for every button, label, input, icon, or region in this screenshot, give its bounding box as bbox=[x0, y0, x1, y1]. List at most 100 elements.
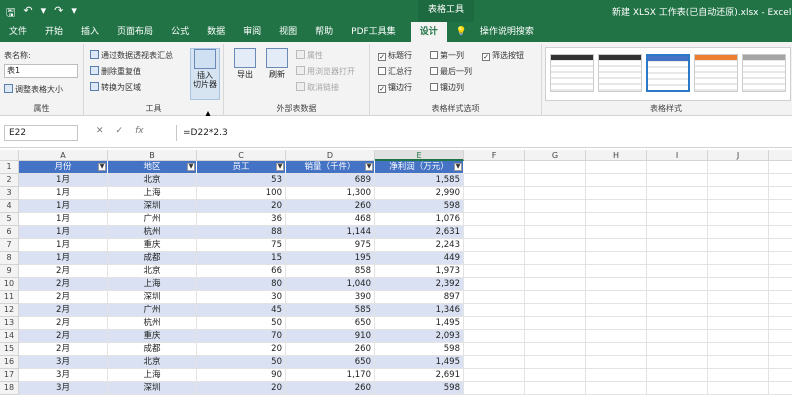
cell[interactable] bbox=[525, 213, 586, 226]
cell[interactable] bbox=[708, 174, 769, 187]
filter-dropdown-icon[interactable]: ▼ bbox=[454, 163, 462, 171]
worksheet-grid[interactable]: ABCDEFGHIJK1月份▼地区▼员工▼销量（千件）▼净利润（万元）▼21月北… bbox=[0, 150, 792, 400]
cell[interactable]: 20 bbox=[197, 382, 286, 395]
cell[interactable] bbox=[769, 343, 792, 356]
cell[interactable] bbox=[769, 304, 792, 317]
cell[interactable] bbox=[586, 369, 647, 382]
cell[interactable] bbox=[769, 369, 792, 382]
cell[interactable]: 975 bbox=[286, 239, 375, 252]
cell[interactable] bbox=[586, 200, 647, 213]
banded-rows-option[interactable]: ✓ 镶边行 bbox=[378, 82, 412, 93]
first-column-checkbox[interactable] bbox=[430, 51, 438, 59]
cell[interactable]: 1月 bbox=[19, 200, 108, 213]
cell[interactable] bbox=[525, 304, 586, 317]
column-header-g[interactable]: G bbox=[525, 150, 586, 161]
cell[interactable] bbox=[464, 369, 525, 382]
cell[interactable] bbox=[586, 239, 647, 252]
cell[interactable] bbox=[769, 187, 792, 200]
tab-help[interactable]: 帮助 bbox=[306, 22, 342, 42]
cell[interactable]: 36 bbox=[197, 213, 286, 226]
cell[interactable]: 75 bbox=[197, 239, 286, 252]
cell[interactable] bbox=[647, 187, 708, 200]
cell[interactable] bbox=[464, 382, 525, 395]
cell[interactable] bbox=[464, 265, 525, 278]
cell[interactable] bbox=[464, 278, 525, 291]
cell[interactable] bbox=[708, 265, 769, 278]
tab-file[interactable]: 文件 bbox=[0, 22, 36, 42]
cell[interactable] bbox=[586, 278, 647, 291]
cell[interactable]: 598 bbox=[375, 343, 464, 356]
insert-function-icon[interactable]: fx bbox=[135, 126, 144, 136]
cell[interactable]: 1月 bbox=[19, 187, 108, 200]
table-style-swatch[interactable] bbox=[550, 54, 594, 92]
cell[interactable]: 1月 bbox=[19, 213, 108, 226]
cell[interactable] bbox=[464, 252, 525, 265]
cell[interactable]: 195 bbox=[286, 252, 375, 265]
table-name-input[interactable]: 表1 bbox=[4, 64, 78, 78]
cell[interactable] bbox=[769, 330, 792, 343]
cell[interactable]: 重庆 bbox=[108, 239, 197, 252]
cell[interactable]: 1,495 bbox=[375, 356, 464, 369]
cell[interactable] bbox=[769, 213, 792, 226]
tab-home[interactable]: 开始 bbox=[36, 22, 72, 42]
cell[interactable]: 598 bbox=[375, 382, 464, 395]
cell[interactable] bbox=[647, 317, 708, 330]
cell[interactable]: 650 bbox=[286, 356, 375, 369]
cell[interactable]: 88 bbox=[197, 226, 286, 239]
row-header[interactable]: 2 bbox=[0, 174, 19, 187]
cell[interactable] bbox=[647, 330, 708, 343]
cell[interactable] bbox=[647, 343, 708, 356]
cell[interactable] bbox=[525, 161, 586, 174]
cell[interactable] bbox=[769, 161, 792, 174]
table-style-swatch[interactable] bbox=[598, 54, 642, 92]
cell[interactable]: 260 bbox=[286, 343, 375, 356]
column-header-d[interactable]: D bbox=[286, 150, 375, 161]
cell[interactable]: 50 bbox=[197, 317, 286, 330]
undo-icon[interactable]: ↶ bbox=[23, 4, 32, 23]
cell[interactable] bbox=[525, 343, 586, 356]
cell[interactable]: 689 bbox=[286, 174, 375, 187]
cell[interactable]: 重庆 bbox=[108, 330, 197, 343]
cell[interactable] bbox=[464, 200, 525, 213]
column-header-h[interactable]: H bbox=[586, 150, 647, 161]
cell[interactable] bbox=[586, 265, 647, 278]
cell[interactable]: 上海 bbox=[108, 278, 197, 291]
cell[interactable] bbox=[525, 239, 586, 252]
cell[interactable]: 260 bbox=[286, 382, 375, 395]
cell[interactable] bbox=[647, 356, 708, 369]
cell[interactable] bbox=[464, 161, 525, 174]
banded-columns-checkbox[interactable] bbox=[430, 83, 438, 91]
cell[interactable]: 2,392 bbox=[375, 278, 464, 291]
refresh-button[interactable]: 刷新 bbox=[264, 48, 290, 98]
cancel-icon[interactable]: ✕ bbox=[96, 126, 104, 136]
cell[interactable] bbox=[708, 291, 769, 304]
cell[interactable] bbox=[464, 304, 525, 317]
cell[interactable] bbox=[464, 343, 525, 356]
cell[interactable]: 390 bbox=[286, 291, 375, 304]
cell[interactable]: 30 bbox=[197, 291, 286, 304]
row-header[interactable]: 9 bbox=[0, 265, 19, 278]
cell[interactable]: 53 bbox=[197, 174, 286, 187]
cell[interactable] bbox=[586, 252, 647, 265]
column-header-b[interactable]: B bbox=[108, 150, 197, 161]
cell[interactable] bbox=[708, 213, 769, 226]
cell[interactable]: 成都 bbox=[108, 343, 197, 356]
cell[interactable] bbox=[647, 200, 708, 213]
external-properties-button[interactable]: 属性 bbox=[296, 50, 323, 61]
cell[interactable] bbox=[647, 174, 708, 187]
header-row-option[interactable]: ✓ 标题行 bbox=[378, 50, 412, 61]
last-column-option[interactable]: 最后一列 bbox=[430, 66, 472, 77]
save-icon[interactable]: 🖫 bbox=[6, 4, 15, 23]
cell[interactable]: 858 bbox=[286, 265, 375, 278]
cell[interactable]: 2月 bbox=[19, 291, 108, 304]
table-styles-gallery[interactable] bbox=[545, 47, 791, 101]
enter-icon[interactable]: ✓ bbox=[116, 126, 124, 136]
cell[interactable] bbox=[708, 161, 769, 174]
tab-pdf-tools[interactable]: PDF工具集 bbox=[342, 22, 405, 42]
row-header[interactable]: 15 bbox=[0, 343, 19, 356]
row-header[interactable]: 8 bbox=[0, 252, 19, 265]
convert-to-range-button[interactable]: 转换为区域 bbox=[90, 82, 141, 93]
select-all-corner[interactable] bbox=[0, 150, 19, 161]
cell[interactable]: 1月 bbox=[19, 239, 108, 252]
filter-dropdown-icon[interactable]: ▼ bbox=[365, 163, 373, 171]
